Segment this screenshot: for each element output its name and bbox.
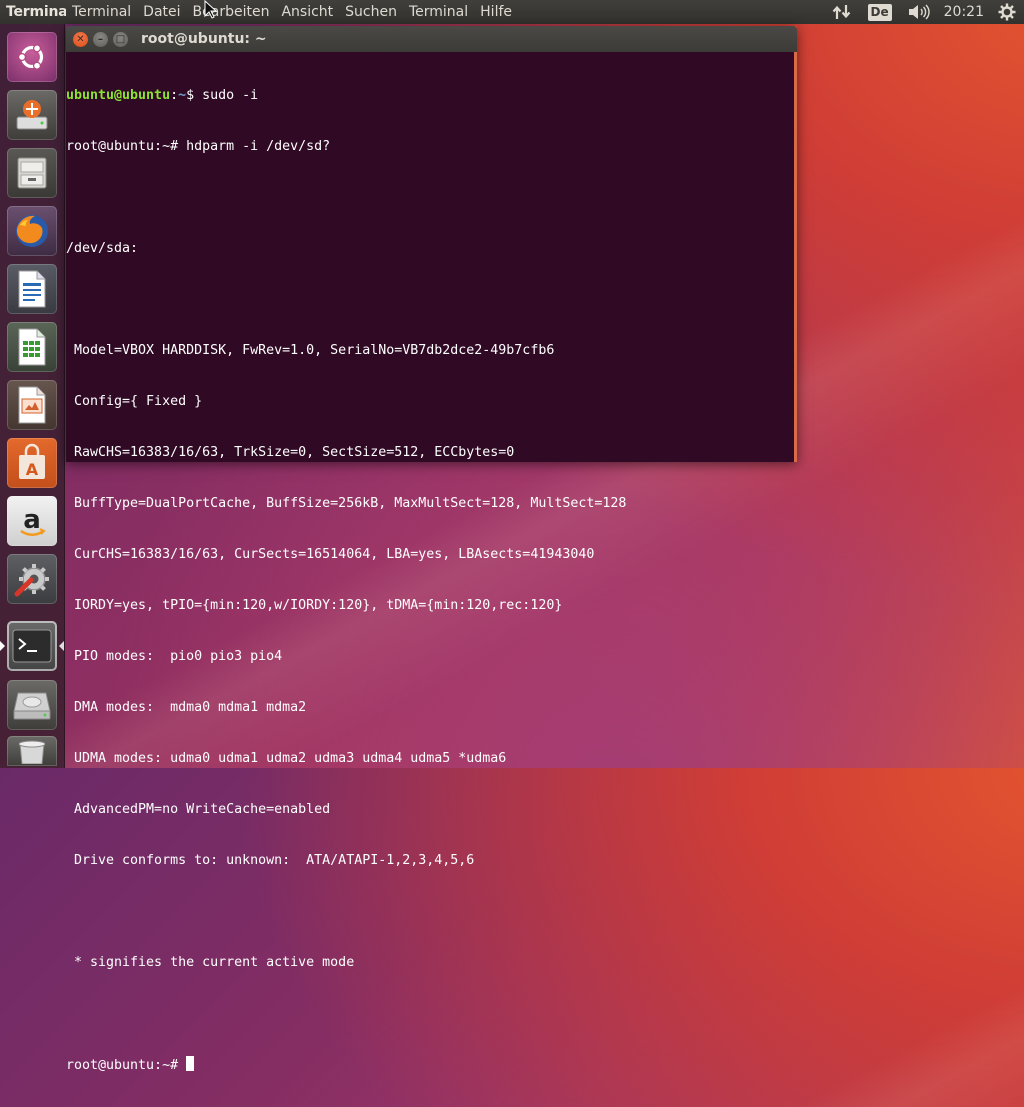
prompt-host: ubuntu@ubuntu (66, 88, 171, 103)
svg-text:A: A (26, 460, 39, 479)
terminal-line: Model=VBOX HARDDISK, FwRev=1.0, SerialNo… (66, 343, 555, 358)
terminal-line: AdvancedPM=no WriteCache=enabled (66, 802, 331, 817)
hard-drive-icon[interactable] (7, 680, 57, 730)
terminal-line: CurCHS=16383/16/63, CurSects=16514064, L… (66, 547, 595, 562)
terminal-line: DMA modes: mdma0 mdma1 mdma2 (66, 700, 307, 715)
amazon-icon[interactable]: a (7, 496, 57, 546)
prompt-line: ubuntu@ubuntu:~$ sudo -i (66, 88, 259, 103)
terminal-line: * signifies the current active mode (66, 955, 355, 970)
settings-wrench-icon[interactable] (7, 554, 57, 604)
menu-bearbeiten[interactable]: Bearbeiten (187, 4, 276, 20)
terminal-line: /dev/sda: (66, 241, 139, 256)
terminal-line: UDMA modes: udma0 udma1 udma2 udma3 udma… (66, 751, 507, 766)
impress-icon[interactable] (7, 380, 57, 430)
prompt-symbol: $ (186, 88, 195, 103)
gear-icon[interactable] (998, 3, 1016, 21)
maximize-icon[interactable]: □ (113, 31, 128, 47)
clock[interactable]: 20:21 (944, 4, 984, 20)
install-ubuntu-icon[interactable] (7, 90, 57, 140)
window-title: root@ubuntu: ~ (141, 31, 267, 47)
menu-hilfe[interactable]: Hilfe (474, 4, 518, 20)
terminal-line: IORDY=yes, tPIO={min:120,w/IORDY:120}, t… (66, 598, 563, 613)
file-cabinet-icon[interactable] (7, 148, 57, 198)
final-prompt-line[interactable]: root@ubuntu:~# (66, 1056, 794, 1073)
svg-text:a: a (23, 505, 41, 535)
close-icon[interactable]: ✕ (73, 31, 88, 47)
terminal-line: Drive conforms to: unknown: ATA/ATAPI-1,… (66, 853, 475, 868)
launcher: A a (0, 24, 65, 768)
terminal-line: Config={ Fixed } (66, 394, 203, 409)
terminal-window: ✕ – □ root@ubuntu: ~ ubuntu@ubuntu:~$ su… (66, 26, 797, 1073)
prompt-command: sudo -i (194, 88, 259, 103)
prompt-path: ~ (178, 88, 187, 103)
menu-terminal[interactable]: Terminal (66, 4, 137, 20)
terminal-line: root@ubuntu:~# hdparm -i /dev/sd? (66, 139, 331, 154)
active-indicator-right (59, 641, 64, 651)
terminal-content[interactable]: ubuntu@ubuntu:~$ sudo -i root@ubuntu:~# … (66, 52, 797, 1073)
writer-icon[interactable] (7, 264, 57, 314)
active-indicator-left (0, 641, 5, 651)
calc-icon[interactable] (7, 322, 57, 372)
network-icon[interactable] (832, 4, 852, 20)
top-panel: Terminal Terminal Datei Bearbeiten Ansic… (0, 0, 1024, 24)
minimize-icon[interactable]: – (93, 31, 108, 47)
indicator-area: De 20:21 (824, 0, 1024, 24)
ubuntu-logo-icon[interactable] (7, 32, 57, 82)
final-prompt: root@ubuntu:~# (66, 1058, 187, 1073)
app-title: Terminal (6, 4, 66, 20)
menu-terminal-2[interactable]: Terminal (403, 4, 474, 20)
trash-icon[interactable] (7, 736, 57, 766)
terminal-line: BuffType=DualPortCache, BuffSize=256kB, … (66, 496, 627, 511)
window-titlebar[interactable]: ✕ – □ root@ubuntu: ~ (66, 26, 797, 52)
shopping-bag-icon[interactable]: A (7, 438, 57, 488)
menu-datei[interactable]: Datei (137, 4, 186, 20)
volume-icon[interactable] (908, 4, 930, 20)
keyboard-layout-indicator[interactable]: De (867, 3, 892, 21)
mouse-pointer-icon (204, 0, 218, 19)
terminal-line: RawCHS=16383/16/63, TrkSize=0, SectSize=… (66, 445, 515, 460)
menu-bar: Terminal Datei Bearbeiten Ansicht Suchen… (66, 0, 518, 24)
terminal-icon[interactable] (7, 621, 57, 671)
menu-ansicht[interactable]: Ansicht (275, 4, 339, 20)
text-cursor (186, 1056, 195, 1071)
menu-suchen[interactable]: Suchen (339, 4, 403, 20)
terminal-line: PIO modes: pio0 pio3 pio4 (66, 649, 283, 664)
firefox-icon[interactable] (7, 206, 57, 256)
